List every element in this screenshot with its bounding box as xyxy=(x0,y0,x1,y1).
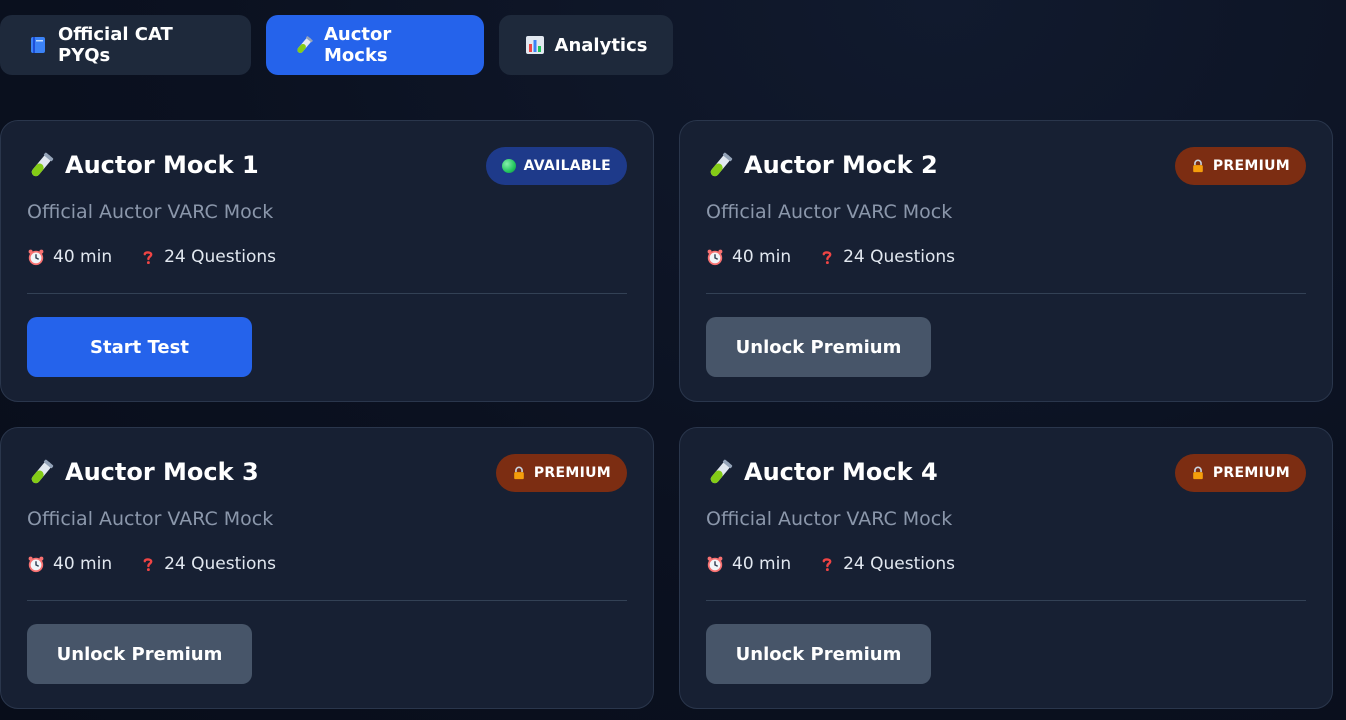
tab-label: Analytics xyxy=(554,34,648,56)
card-meta: 40 min 24 Questions xyxy=(27,554,276,574)
card-title: Auctor Mock 1 xyxy=(27,151,259,179)
tab-official-cat-pyqs[interactable]: Official CAT PYQs xyxy=(0,15,251,75)
card-title-text: Auctor Mock 2 xyxy=(744,151,938,179)
tab-analytics[interactable]: Analytics xyxy=(499,15,673,75)
tab-bar: Official CAT PYQs Auctor Mocks Analytics xyxy=(0,15,673,75)
test-tube-icon xyxy=(706,458,734,486)
alarm-clock-icon xyxy=(27,555,45,573)
divider xyxy=(706,293,1306,294)
question-count: 24 Questions xyxy=(819,247,955,267)
card-meta: 40 min 24 Questions xyxy=(706,554,955,574)
card-subtitle: Official Auctor VARC Mock xyxy=(27,201,274,223)
question-mark-icon xyxy=(140,555,156,573)
book-icon xyxy=(28,35,48,55)
card-title-text: Auctor Mock 3 xyxy=(65,458,259,486)
unlock-premium-button[interactable]: Unlock Premium xyxy=(706,624,931,684)
duration: 40 min xyxy=(706,554,791,574)
tab-auctor-mocks[interactable]: Auctor Mocks xyxy=(266,15,484,75)
question-count-text: 24 Questions xyxy=(843,554,956,574)
test-tube-icon xyxy=(294,35,314,55)
badge-label: PREMIUM xyxy=(1212,158,1290,174)
tab-label: Official CAT PYQs xyxy=(58,24,173,66)
divider xyxy=(27,600,627,601)
question-count-text: 24 Questions xyxy=(164,247,277,267)
mock-card-2: Auctor Mock 2 PREMIUM Official Auctor VA… xyxy=(679,120,1333,402)
premium-badge: PREMIUM xyxy=(495,454,627,492)
duration-text: 40 min xyxy=(732,247,792,267)
card-subtitle: Official Auctor VARC Mock xyxy=(706,201,953,223)
available-badge: AVAILABLE xyxy=(485,147,627,185)
question-count: 24 Questions xyxy=(140,554,276,574)
card-title-text: Auctor Mock 1 xyxy=(65,151,259,179)
duration: 40 min xyxy=(706,247,791,267)
lock-icon xyxy=(512,466,526,480)
question-count-text: 24 Questions xyxy=(843,247,956,267)
mock-card-4: Auctor Mock 4 PREMIUM Official Auctor VA… xyxy=(679,427,1333,709)
question-mark-icon xyxy=(140,248,156,266)
card-title: Auctor Mock 4 xyxy=(706,458,938,486)
card-subtitle: Official Auctor VARC Mock xyxy=(27,508,274,530)
unlock-premium-button[interactable]: Unlock Premium xyxy=(27,624,252,684)
badge-label: PREMIUM xyxy=(1212,465,1290,481)
mock-card-1: Auctor Mock 1 AVAILABLE Official Auctor … xyxy=(0,120,654,402)
question-count: 24 Questions xyxy=(819,554,955,574)
badge-label: AVAILABLE xyxy=(523,158,611,174)
card-title-text: Auctor Mock 4 xyxy=(744,458,938,486)
alarm-clock-icon xyxy=(27,248,45,266)
start-test-button[interactable]: Start Test xyxy=(27,317,252,377)
bar-chart-icon xyxy=(525,35,545,55)
tab-label: Auctor Mocks xyxy=(324,24,392,66)
badge-label: PREMIUM xyxy=(533,465,611,481)
duration: 40 min xyxy=(27,554,112,574)
test-tube-icon xyxy=(27,458,55,486)
green-dot-icon xyxy=(501,159,516,173)
duration: 40 min xyxy=(27,247,112,267)
divider xyxy=(706,600,1306,601)
alarm-clock-icon xyxy=(706,248,724,266)
card-title: Auctor Mock 3 xyxy=(27,458,259,486)
duration-text: 40 min xyxy=(53,554,113,574)
lock-icon xyxy=(1191,159,1205,173)
question-mark-icon xyxy=(819,555,835,573)
premium-badge: PREMIUM xyxy=(1174,147,1306,185)
premium-badge: PREMIUM xyxy=(1174,454,1306,492)
alarm-clock-icon xyxy=(706,555,724,573)
question-count-text: 24 Questions xyxy=(164,554,277,574)
card-title: Auctor Mock 2 xyxy=(706,151,938,179)
card-meta: 40 min 24 Questions xyxy=(27,247,276,267)
divider xyxy=(27,293,627,294)
question-mark-icon xyxy=(819,248,835,266)
lock-icon xyxy=(1191,466,1205,480)
mock-card-3: Auctor Mock 3 PREMIUM Official Auctor VA… xyxy=(0,427,654,709)
question-count: 24 Questions xyxy=(140,247,276,267)
duration-text: 40 min xyxy=(53,247,113,267)
unlock-premium-button[interactable]: Unlock Premium xyxy=(706,317,931,377)
card-subtitle: Official Auctor VARC Mock xyxy=(706,508,953,530)
card-meta: 40 min 24 Questions xyxy=(706,247,955,267)
duration-text: 40 min xyxy=(732,554,792,574)
test-tube-icon xyxy=(706,151,734,179)
test-tube-icon xyxy=(27,151,55,179)
